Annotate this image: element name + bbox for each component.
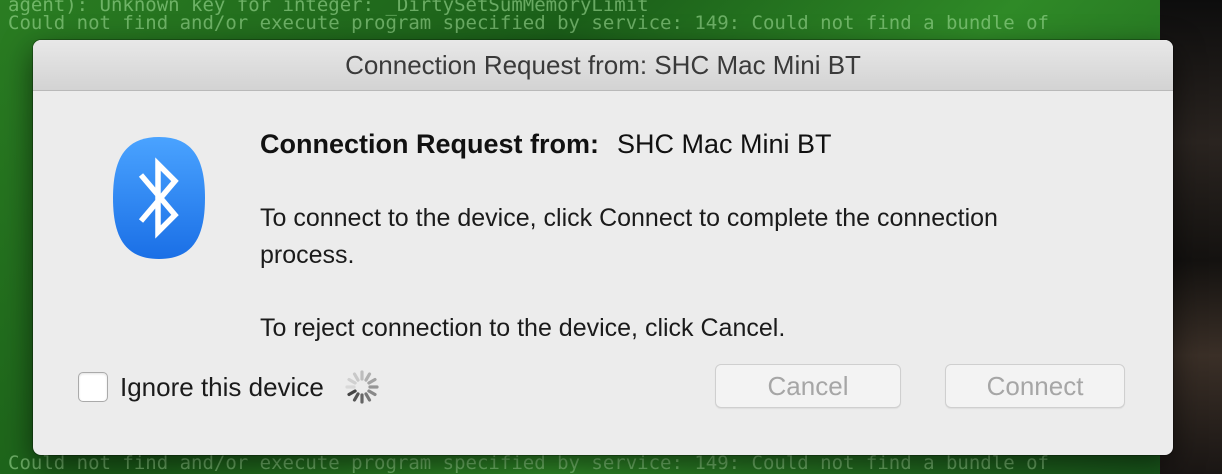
terminal-text-line: Could not find and/or execute program sp…	[8, 12, 1049, 34]
device-name: SHC Mac Mini BT	[617, 129, 832, 159]
bluetooth-icon	[113, 137, 205, 259]
loading-spinner-icon	[345, 370, 379, 404]
ignore-device-checkbox[interactable]	[78, 372, 108, 402]
dialog-title: Connection Request from: SHC Mac Mini BT	[33, 40, 1173, 91]
reject-instructions: To reject connection to the device, clic…	[260, 314, 786, 342]
connection-heading: Connection Request from: SHC Mac Mini BT	[260, 129, 832, 160]
cancel-button[interactable]: Cancel	[715, 364, 901, 408]
connect-instructions: To connect to the device, click Connect …	[260, 204, 998, 269]
terminal-text-line: Could not find and/or execute program sp…	[8, 452, 1049, 474]
bluetooth-connection-dialog: Connection Request from: SHC Mac Mini BT…	[33, 40, 1173, 455]
ignore-device-row: Ignore this device	[78, 369, 380, 405]
heading-label: Connection Request from:	[260, 129, 600, 159]
ignore-device-label[interactable]: Ignore this device	[120, 372, 324, 403]
connect-button[interactable]: Connect	[945, 364, 1125, 408]
